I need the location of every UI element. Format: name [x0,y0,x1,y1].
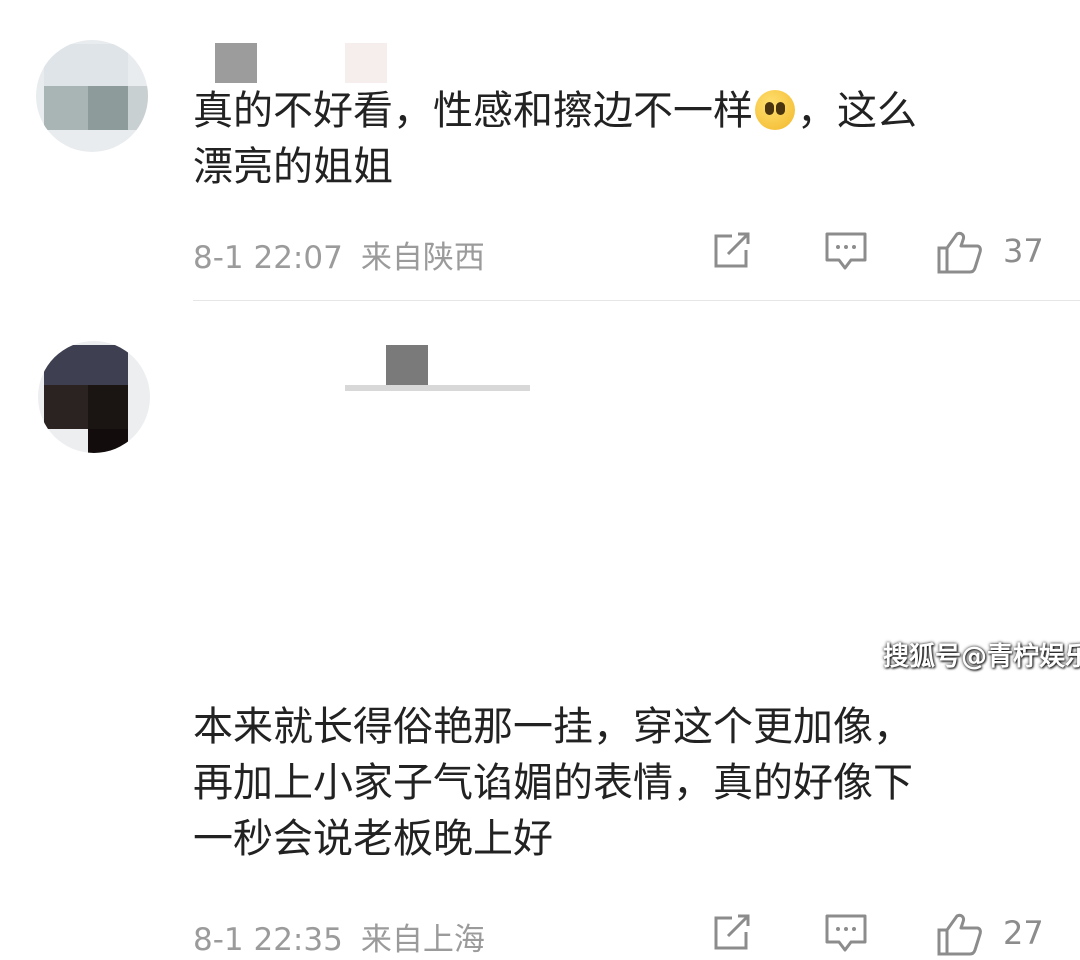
comment-text-line: 真的不好看，性感和擦边不一样 [193,88,753,134]
comment-meta: 8-1 22:35 来自上海 [193,914,485,959]
comment-text-line: 本来就长得俗艳那一挂，穿这个更加像， [193,704,913,750]
comment-meta: 8-1 22:07 来自陕西 [193,232,485,277]
comment-location: 来自陕西 [360,240,485,276]
comment-time: 8-1 22:07 [193,240,343,276]
comment-text: 真的不好看，性感和擦边不一样 ，这么 漂亮的姐姐 [193,83,1043,195]
comment-text-line: 再加上小家子气谄媚的表情，真的好像下 [193,760,913,806]
comment-text-line-tail: ，这么 [797,88,917,134]
like-count: 37 [1003,232,1044,270]
like-count: 27 [1003,914,1044,952]
thumbs-up-icon[interactable] [935,912,983,956]
thumbs-up-icon[interactable] [935,230,983,274]
avatar[interactable] [36,40,148,152]
comment-item: 真的不好看，性感和擦边不一样 ，这么 漂亮的姐姐 8-1 22:07 来自陕西 37 [0,0,1080,300]
share-icon[interactable] [710,230,754,270]
crying-face-emoji-icon [755,90,795,130]
comment-text-line: 一秒会说老板晚上好 [193,816,553,862]
comment-text-line: 漂亮的姐姐 [193,144,393,190]
comment-item: 本来就长得俗艳那一挂，穿这个更加像， 再加上小家子气谄媚的表情，真的好像下 一秒… [0,301,1080,958]
comment-bubble-icon[interactable] [823,912,869,954]
comment-location: 来自上海 [360,922,485,958]
comment-text: 本来就长得俗艳那一挂，穿这个更加像， 再加上小家子气谄媚的表情，真的好像下 一秒… [193,699,1043,867]
comment-bubble-icon[interactable] [823,230,869,272]
share-icon[interactable] [710,912,754,952]
comment-time: 8-1 22:35 [193,922,343,958]
watermark: 搜狐号@青柠娱乐 [883,642,1080,672]
avatar[interactable] [38,341,150,453]
